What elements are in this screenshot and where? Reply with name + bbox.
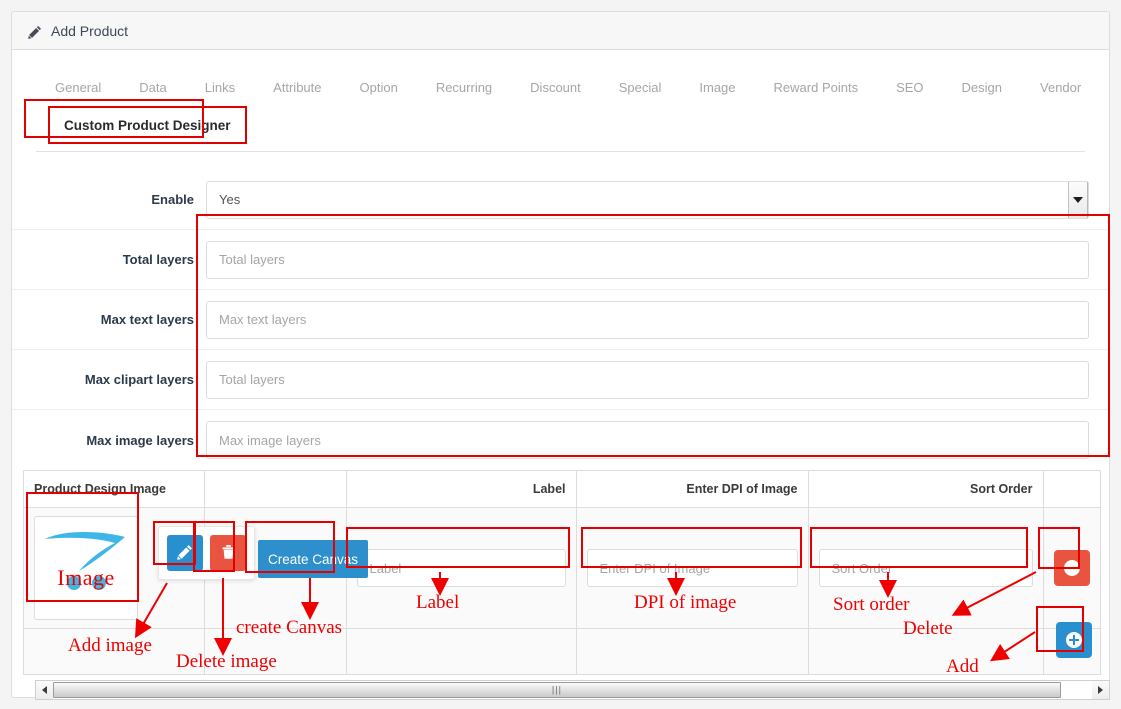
page-title-text: Add Product [51,22,129,39]
col-label: Label [346,471,577,508]
tab-recurring[interactable]: Recurring [417,80,511,95]
col-product-design-image: Product Design Image [24,471,205,508]
footer-cell-5 [808,628,1044,675]
cell-sort-order [808,507,1044,629]
panel-heading: Add Product [12,12,1109,50]
custom-designer-form: Enable Yes Total layers Max text [12,170,1109,470]
plus-circle-icon [1066,632,1082,648]
scrollbar-grip: ||| [551,684,562,695]
tab-seo[interactable]: SEO [877,80,942,95]
table-header-row: Product Design Image Label Enter DPI of … [24,471,1100,508]
remove-row-button[interactable] [1053,550,1090,586]
col-dpi: Enter DPI of Image [576,471,809,508]
col-sort-order: Sort Order [808,471,1044,508]
max-clipart-layers-input[interactable] [206,360,1089,399]
cell-dpi [576,507,809,629]
tab-reward-points[interactable]: Reward Points [755,80,878,95]
scroll-right-button[interactable] [1092,681,1109,699]
enable-select[interactable]: Yes [206,180,1089,219]
image-actions-popover [158,526,255,580]
total-layers-label: Total layers [122,252,194,267]
horizontal-scrollbar[interactable]: ||| [35,680,1110,700]
label-input[interactable] [356,549,566,587]
minus-circle-icon [1063,560,1080,576]
scrollbar-thumb[interactable]: ||| [53,682,1061,698]
screen-root: Add Product General Data Links Attribute Opt… [0,0,1121,709]
form-row-max-text-layers: Max text layers [12,290,1109,350]
scrollbar-track[interactable]: ||| [53,681,1092,699]
cell-remove [1043,507,1100,629]
tab-design[interactable]: Design [943,80,1021,95]
max-image-layers-label: Max image layers [86,432,194,448]
sort-order-input[interactable] [818,549,1033,587]
pencil-icon [28,25,42,39]
form-row-enable: Enable Yes [12,170,1109,230]
tab-general[interactable]: General [36,80,120,95]
col-actions [204,471,347,508]
footer-cell-4 [576,628,809,675]
max-image-layers-input[interactable] [206,421,1089,459]
form-row-max-image-layers: Max image layers [12,410,1109,470]
tab-links[interactable]: Links [186,80,254,95]
max-text-layers-input[interactable] [206,300,1089,339]
form-row-total-layers: Total layers [12,230,1109,290]
table-footer-row [24,628,1100,675]
add-row-button[interactable] [1056,622,1092,658]
tab-vendor[interactable]: Vendor [1021,80,1100,95]
footer-cell-1 [24,628,205,675]
active-tab-row: Custom Product Designer [24,106,1097,152]
tab-option[interactable]: Option [341,80,417,95]
create-canvas-button[interactable]: Create Canvas [258,540,369,578]
max-clipart-layers-label: Max clipart layers [84,372,194,387]
enable-label: Enable [151,192,194,207]
scroll-left-button[interactable] [36,681,53,699]
tab-list: General Data Links Attribute Option Recurring… [24,68,1097,106]
max-text-layers-label: Max text layers [100,312,194,327]
trash-icon [221,544,236,563]
tab-bar: General Data Links Attribute Option Recurring… [12,50,1109,152]
footer-cell-3 [346,628,577,675]
cell-label [346,507,577,629]
footer-cell-2 [204,628,347,675]
add-product-panel: Add Product General Data Links Attribute Opt… [11,11,1110,700]
delete-image-button[interactable] [210,535,246,571]
col-remove [1043,471,1100,508]
page-title: Add Product [28,23,128,39]
pencil-icon [177,544,193,563]
tab-data[interactable]: Data [120,80,185,95]
form-row-max-clipart-layers: Max clipart layers [12,350,1109,410]
tab-discount[interactable]: Discount [511,80,600,95]
edit-image-button[interactable] [167,535,203,571]
chevron-left-icon [42,686,47,694]
tab-custom-product-designer-label: Custom Product Designer [64,117,231,133]
product-image-thumbnail[interactable]: Image [34,516,138,620]
total-layers-input[interactable] [206,240,1089,279]
tab-attribute[interactable]: Attribute [254,80,340,95]
dpi-input[interactable] [586,549,798,587]
add-row-container [1056,622,1092,658]
tab-underline [36,151,1085,152]
thumbnail-label: Image [57,565,115,590]
tab-special[interactable]: Special [600,80,681,95]
chevron-right-icon [1098,686,1103,694]
tab-custom-product-designer[interactable]: Custom Product Designer [48,106,247,144]
tab-image[interactable]: Image [680,80,754,95]
